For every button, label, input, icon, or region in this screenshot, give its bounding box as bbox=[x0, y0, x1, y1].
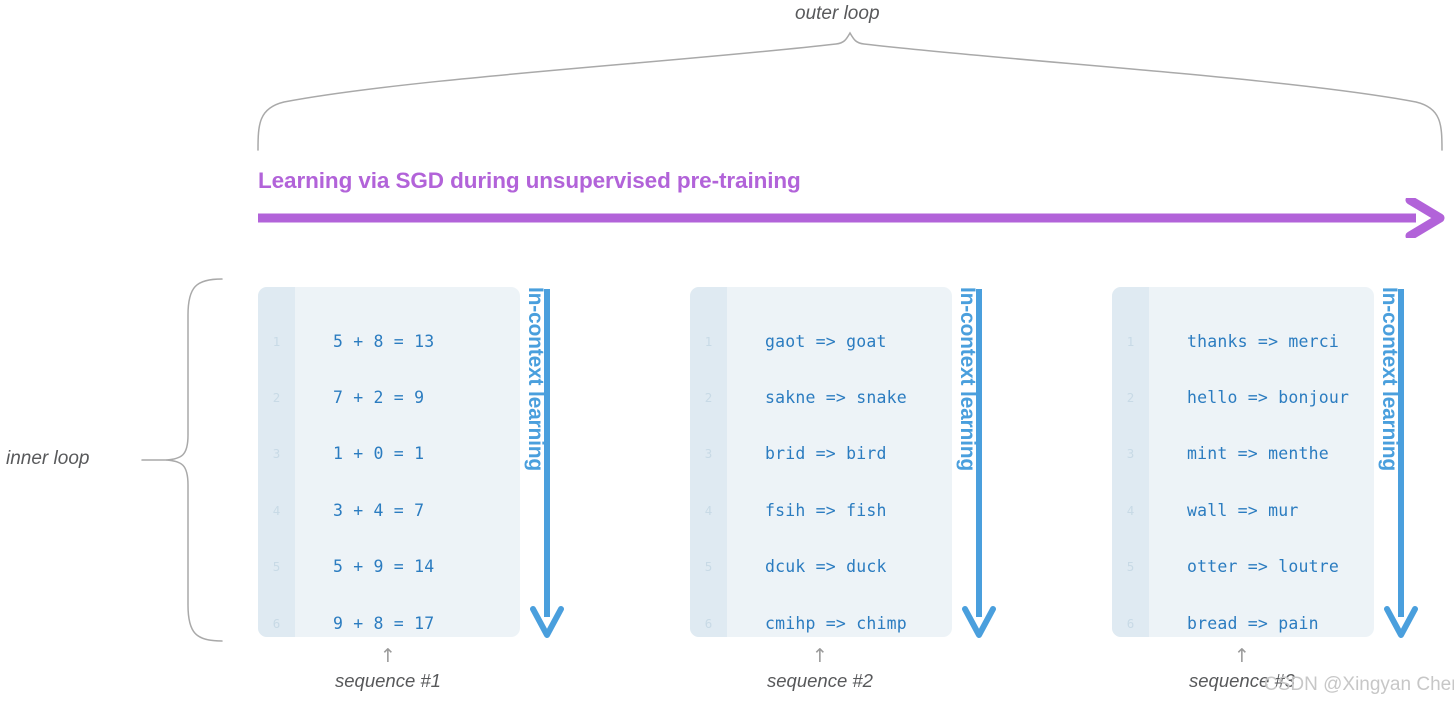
code-line: gaot => goat bbox=[765, 331, 887, 351]
in-context-learning-1: In-context learning bbox=[524, 287, 603, 639]
sequence-caption-2: ↑ sequence #2 bbox=[690, 645, 950, 692]
in-context-learning-3: In-context learning bbox=[1378, 287, 1454, 639]
code-line: thanks => merci bbox=[1187, 331, 1340, 351]
code-row: 5 otter => loutre bbox=[1112, 539, 1374, 595]
line-number: 5 bbox=[1126, 559, 1135, 575]
sgd-arrow-icon bbox=[258, 198, 1445, 238]
line-number: 1 bbox=[272, 333, 281, 349]
sequence-label-1: sequence #1 bbox=[335, 670, 441, 691]
up-arrow-icon: ↑ bbox=[812, 645, 828, 667]
code-row: 3 brid => bird bbox=[690, 426, 952, 482]
code-row: 5 5 + 9 = 14 bbox=[258, 539, 520, 595]
watermark: CSDN @Xingyan Chen bbox=[1264, 674, 1454, 695]
code-line: 9 + 8 = 17 bbox=[333, 613, 435, 633]
code-line: cmihp => chimp bbox=[765, 613, 907, 633]
code-row: 4 fsih => fish bbox=[690, 482, 952, 538]
in-context-learning-label-3: In-context learning bbox=[1378, 287, 1401, 472]
code-row: 4 3 + 4 = 7 bbox=[258, 482, 520, 538]
line-number: 6 bbox=[1126, 615, 1135, 631]
code-line: 7 + 2 = 9 bbox=[333, 388, 425, 408]
code-row: 4 wall => mur bbox=[1112, 482, 1374, 538]
sequence-panel-2: 1 gaot => goat 2 sakne => snake 3 brid =… bbox=[690, 287, 952, 637]
sequence-panel-1: 1 5 + 8 = 13 2 7 + 2 = 9 3 1 + 0 = 1 4 3… bbox=[258, 287, 520, 637]
code-line: fsih => fish bbox=[765, 500, 887, 520]
line-number: 4 bbox=[704, 502, 713, 518]
diagram-canvas: outer loop inner loop Learning via SGD d… bbox=[0, 0, 1454, 706]
code-line: 5 + 8 = 13 bbox=[333, 331, 435, 351]
sgd-title: Learning via SGD during unsupervised pre… bbox=[258, 168, 801, 193]
line-number: 2 bbox=[704, 390, 713, 406]
inner-loop-label: inner loop bbox=[6, 448, 90, 469]
code-row: 5 dcuk => duck bbox=[690, 539, 952, 595]
code-line: wall => mur bbox=[1187, 500, 1299, 520]
code-row: 3 mint => menthe bbox=[1112, 426, 1374, 482]
line-number: 3 bbox=[272, 446, 281, 462]
line-number: 2 bbox=[1126, 390, 1135, 406]
line-number: 3 bbox=[704, 446, 713, 462]
code-line: sakne => snake bbox=[765, 388, 907, 408]
code-line: 3 + 4 = 7 bbox=[333, 500, 425, 520]
in-context-learning-label-1: In-context learning bbox=[524, 287, 547, 472]
code-row: 1 5 + 8 = 13 bbox=[258, 313, 520, 369]
line-number: 5 bbox=[704, 559, 713, 575]
code-row: 1 thanks => merci bbox=[1112, 313, 1374, 369]
code-line: brid => bird bbox=[765, 444, 887, 464]
line-number: 2 bbox=[272, 390, 281, 406]
line-number: 4 bbox=[272, 502, 281, 518]
outer-loop-brace bbox=[257, 31, 1443, 151]
line-number: 3 bbox=[1126, 446, 1135, 462]
line-number: 1 bbox=[704, 333, 713, 349]
code-line: bread => pain bbox=[1187, 613, 1319, 633]
line-number: 6 bbox=[704, 615, 713, 631]
code-line: mint => menthe bbox=[1187, 444, 1329, 464]
code-line: 1 + 0 = 1 bbox=[333, 444, 425, 464]
code-row: 2 hello => bonjour bbox=[1112, 369, 1374, 425]
code-line: otter => loutre bbox=[1187, 557, 1340, 577]
outer-loop-label: outer loop bbox=[795, 3, 880, 24]
in-context-learning-2: In-context learning bbox=[956, 287, 1035, 639]
code-line: dcuk => duck bbox=[765, 557, 887, 577]
code-row: 2 7 + 2 = 9 bbox=[258, 369, 520, 425]
sgd-training-axis: Learning via SGD during unsupervised pre… bbox=[258, 168, 1446, 238]
code-row: 3 1 + 0 = 1 bbox=[258, 426, 520, 482]
in-context-learning-label-2: In-context learning bbox=[956, 287, 979, 472]
code-line: hello => bonjour bbox=[1187, 388, 1350, 408]
inner-loop-brace bbox=[141, 278, 223, 642]
code-row: 6 9 + 8 = 17 bbox=[258, 595, 520, 637]
line-number: 1 bbox=[1126, 333, 1135, 349]
code-row: 6 cmihp => chimp bbox=[690, 595, 952, 637]
code-row: 2 sakne => snake bbox=[690, 369, 952, 425]
sequence-label-2: sequence #2 bbox=[767, 670, 873, 691]
line-number: 5 bbox=[272, 559, 281, 575]
code-line: 5 + 9 = 14 bbox=[333, 557, 435, 577]
up-arrow-icon: ↑ bbox=[1234, 645, 1250, 667]
up-arrow-icon: ↑ bbox=[380, 645, 396, 667]
code-row: 6 bread => pain bbox=[1112, 595, 1374, 637]
line-number: 4 bbox=[1126, 502, 1135, 518]
line-number: 6 bbox=[272, 615, 281, 631]
sequence-caption-1: ↑ sequence #1 bbox=[258, 645, 518, 692]
code-row: 1 gaot => goat bbox=[690, 313, 952, 369]
sequence-panel-3: 1 thanks => merci 2 hello => bonjour 3 m… bbox=[1112, 287, 1374, 637]
